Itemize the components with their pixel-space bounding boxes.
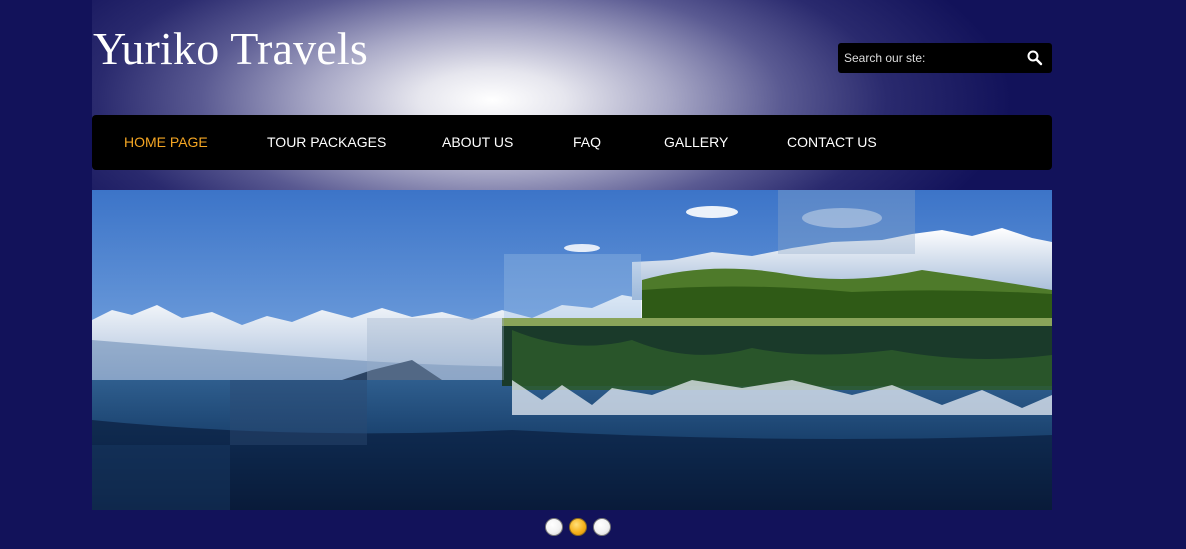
- nav-about-us[interactable]: ABOUT US: [442, 134, 513, 150]
- slider-pagination: [545, 518, 615, 538]
- slider-dot-2[interactable]: [569, 518, 587, 536]
- slide-image: [92, 190, 1052, 510]
- nav-faq[interactable]: FAQ: [573, 134, 601, 150]
- nav-home-page[interactable]: HOME PAGE: [124, 134, 208, 150]
- site-logo[interactable]: Yuriko Travels: [93, 22, 368, 75]
- slider-dot-1[interactable]: [545, 518, 563, 536]
- nav-gallery[interactable]: GALLERY: [664, 134, 728, 150]
- nav-tour-packages[interactable]: TOUR PACKAGES: [267, 134, 386, 150]
- search-input[interactable]: [838, 43, 1018, 73]
- hero-slideshow[interactable]: [92, 190, 1052, 510]
- slider-dot-3[interactable]: [593, 518, 611, 536]
- main-nav: HOME PAGE TOUR PACKAGES ABOUT US FAQ GAL…: [92, 115, 1052, 170]
- search-button[interactable]: [1026, 49, 1044, 67]
- search-box: [838, 43, 1052, 73]
- nav-contact-us[interactable]: CONTACT US: [787, 134, 877, 150]
- search-icon: [1027, 50, 1043, 66]
